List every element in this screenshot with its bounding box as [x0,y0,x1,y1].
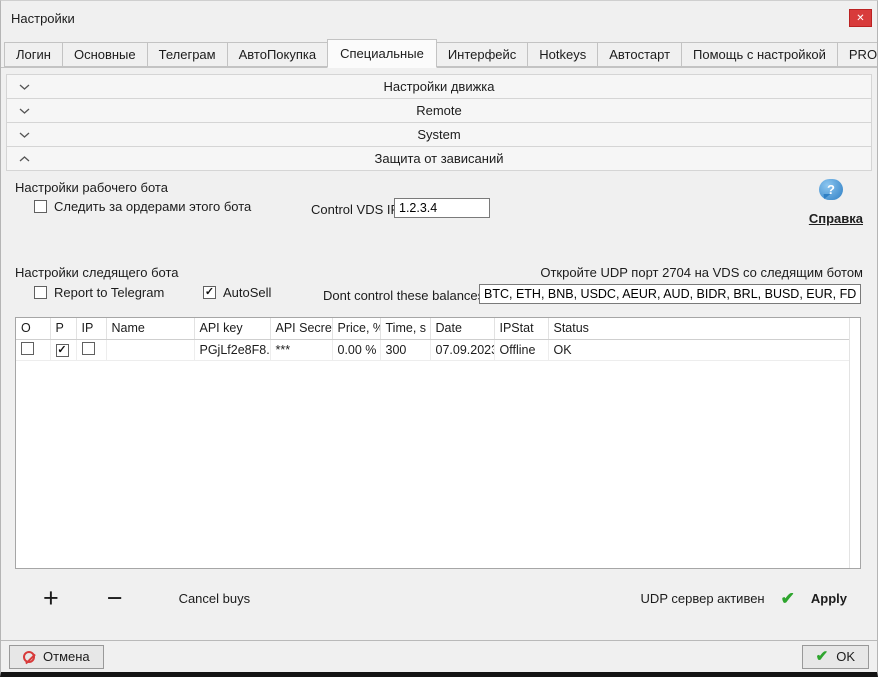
cell-ip [76,339,106,360]
cancel-buys-button[interactable]: Cancel buys [179,591,251,606]
tab-hotkeys[interactable]: Hotkeys [527,42,598,67]
cancel-button[interactable]: Отмена [9,645,104,669]
col-name[interactable]: Name [106,318,194,339]
table-header-row: O P IP Name API key API Secret Price, % … [16,318,849,339]
freeze-protection-panel: Настройки рабочего бота Следить за ордер… [1,171,877,640]
help-question-glyph: ? [827,182,835,197]
cell-o [16,339,50,360]
section-header-system[interactable]: System [6,122,872,147]
tab-pro[interactable]: PRO [837,42,878,67]
row-p-checkbox[interactable] [56,344,69,357]
cell-ipstat: Offline [494,339,548,360]
table-actions: + − Cancel buys UDP сервер активен ✔ App… [15,577,861,619]
tab-interfeys[interactable]: Интерфейс [436,42,528,67]
col-o[interactable]: O [16,318,50,339]
control-vds-ip-label: Control VDS IP [311,202,399,217]
cell-date: 07.09.2023 [430,339,494,360]
footer: Отмена ✔ OK [1,640,877,672]
section-label: Защита от зависаний [375,151,504,166]
udp-ok-check-icon: ✔ [781,590,795,607]
checkbox[interactable] [203,286,216,299]
add-row-button[interactable]: + [43,585,59,612]
col-p[interactable]: P [50,318,76,339]
settings-window: Настройки ✕ Логин Основные Телеграм Авто… [0,0,878,677]
cell-name [106,339,194,360]
cell-api-key: PGjLf2e8F8... [194,339,270,360]
cancel-icon [23,651,35,663]
ok-label: OK [836,649,855,664]
chevron-down-icon [19,107,30,114]
checkbox[interactable] [34,200,47,213]
tab-avtostart[interactable]: Автостарт [597,42,682,67]
section-label: Remote [416,103,462,118]
balances-input[interactable] [479,284,861,304]
tab-avtopokupka[interactable]: АвтоПокупка [227,42,328,67]
tab-login[interactable]: Логин [4,42,63,67]
ok-check-icon: ✔ [816,649,829,664]
help-icon[interactable]: ? [819,179,843,200]
tab-specialnye[interactable]: Специальные [327,39,437,68]
autosell-checkbox[interactable]: AutoSell [203,285,271,300]
col-date[interactable]: Date [430,318,494,339]
report-telegram-label: Report to Telegram [54,285,164,300]
table-row[interactable]: PGjLf2e8F8... *** 0.00 % 300 07.09.2023 … [16,339,849,360]
follow-orders-label: Следить за ордерами этого бота [54,199,251,214]
col-api-secret[interactable]: API Secret [270,318,332,339]
udp-server-status: UDP сервер активен [641,591,765,606]
close-button[interactable]: ✕ [849,9,872,27]
col-ip[interactable]: IP [76,318,106,339]
tab-pomosch-s-nastroykoy[interactable]: Помощь с настройкой [681,42,838,67]
cancel-label: Отмена [43,649,90,664]
help-link[interactable]: Справка [809,211,863,226]
accordion: Настройки движка Remote System Защита от… [6,74,872,171]
row-o-checkbox[interactable] [21,342,34,355]
chevron-down-icon [19,131,30,138]
udp-port-note: Откройте UDP порт 2704 на VDS со следящи… [540,265,863,280]
section-header-freeze-protection[interactable]: Защита от зависаний [6,146,872,171]
section-label: System [417,127,460,142]
bots-table: O P IP Name API key API Secret Price, % … [15,317,861,569]
close-icon: ✕ [856,13,864,24]
chevron-up-icon [19,155,30,162]
col-ipstat[interactable]: IPStat [494,318,548,339]
balances-label: Dont control these balances: [323,288,488,303]
cell-p [50,339,76,360]
cell-status: OK [548,339,849,360]
checkbox[interactable] [34,286,47,299]
tab-osnovnye[interactable]: Основные [62,42,148,67]
tab-bar: Логин Основные Телеграм АвтоПокупка Спец… [1,35,877,68]
table-actions-left: + − Cancel buys [15,585,250,612]
remove-row-button[interactable]: − [107,585,123,612]
cell-time: 300 [380,339,430,360]
autosell-label: AutoSell [223,285,271,300]
ok-button[interactable]: ✔ OK [802,645,869,669]
report-telegram-checkbox[interactable]: Report to Telegram [34,285,164,300]
cell-price: 0.00 % [332,339,380,360]
apply-button[interactable]: Apply [811,591,847,606]
worker-bot-title: Настройки рабочего бота [15,180,168,195]
follower-bot-title: Настройки следящего бота [15,265,179,280]
col-api-key[interactable]: API key [194,318,270,339]
window-title: Настройки [11,11,75,26]
section-label: Настройки движка [383,79,494,94]
section-header-engine[interactable]: Настройки движка [6,74,872,99]
col-time[interactable]: Time, s [380,318,430,339]
tab-telegram[interactable]: Телеграм [147,42,228,67]
follow-orders-checkbox[interactable]: Следить за ордерами этого бота [34,199,251,214]
col-price[interactable]: Price, % [332,318,380,339]
cell-api-secret: *** [270,339,332,360]
section-header-remote[interactable]: Remote [6,98,872,123]
titlebar: Настройки ✕ [1,1,877,35]
table-actions-right: UDP сервер активен ✔ Apply [641,590,861,607]
control-vds-ip-input[interactable] [394,198,490,218]
row-ip-checkbox[interactable] [82,342,95,355]
col-status[interactable]: Status [548,318,849,339]
chevron-down-icon [19,83,30,90]
